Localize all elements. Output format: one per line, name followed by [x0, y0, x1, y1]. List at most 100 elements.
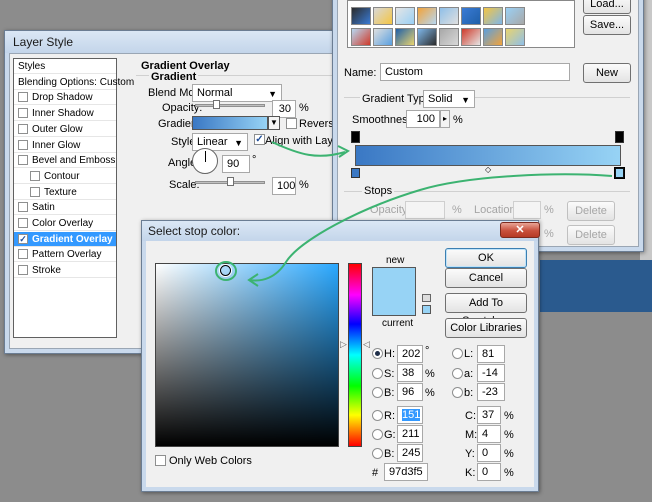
cancel-button[interactable]: Cancel	[445, 268, 527, 288]
blue-field[interactable]: 245	[397, 444, 423, 462]
hue-field[interactable]: 202	[397, 345, 423, 363]
style-checkbox[interactable]	[18, 108, 28, 119]
b-channel-radio[interactable]	[452, 387, 463, 398]
stop-opacity-field[interactable]	[405, 201, 445, 219]
preset-swatch[interactable]	[439, 28, 459, 46]
only-web-colors-checkbox[interactable]	[155, 455, 166, 466]
gradient-dropdown-button[interactable]: ▼	[268, 116, 280, 130]
preset-swatch[interactable]	[395, 28, 415, 46]
style-list-item[interactable]: Inner Glow	[14, 138, 116, 153]
preset-swatch[interactable]	[461, 28, 481, 46]
close-icon[interactable]: ✕	[500, 222, 540, 238]
preset-swatch[interactable]	[395, 7, 415, 25]
opacity-stop-left[interactable]	[351, 131, 360, 143]
color-stop-left[interactable]	[351, 168, 360, 178]
preset-swatch[interactable]	[373, 28, 393, 46]
brightness-field[interactable]: 96	[397, 383, 423, 401]
gradient-preview[interactable]	[192, 116, 268, 130]
style-list-item[interactable]: Pattern Overlay	[14, 247, 116, 263]
style-list-item[interactable]: Satin	[14, 200, 116, 216]
midpoint-diamond[interactable]: ◇	[485, 165, 491, 174]
preset-swatch[interactable]	[505, 28, 525, 46]
style-checkbox[interactable]	[30, 186, 40, 197]
style-list-item[interactable]: Contour	[14, 169, 116, 184]
saturation-radio[interactable]	[372, 368, 383, 379]
style-list-item[interactable]: Stroke	[14, 263, 116, 279]
opacity-slider-thumb[interactable]	[213, 100, 220, 109]
opacity-stop-right[interactable]	[615, 131, 624, 143]
style-checkbox[interactable]: ✓	[18, 233, 28, 244]
align-with-layer-checkbox[interactable]: ✓	[254, 134, 265, 145]
green-field[interactable]: 211	[397, 425, 423, 443]
a-channel-field[interactable]: -14	[477, 364, 505, 382]
cyan-field[interactable]: 37	[477, 406, 501, 424]
preset-swatch[interactable]	[483, 7, 503, 25]
opacity-slider[interactable]	[195, 104, 265, 107]
ok-button[interactable]: OK	[445, 248, 527, 268]
preset-swatch[interactable]	[505, 7, 525, 25]
web-safe-swatch[interactable]	[422, 305, 431, 314]
hue-radio[interactable]	[372, 348, 383, 359]
a-channel-radio[interactable]	[452, 368, 463, 379]
lightness-radio[interactable]	[452, 348, 463, 359]
style-list-item[interactable]: Drop Shadow	[14, 90, 116, 106]
preset-swatch[interactable]	[483, 28, 503, 46]
magenta-field[interactable]: 4	[477, 425, 501, 443]
style-list-item[interactable]: ✓ Gradient Overlay	[14, 231, 116, 247]
style-list-item[interactable]: Texture	[14, 185, 116, 200]
style-checkbox[interactable]	[18, 123, 28, 134]
gradient-bar[interactable]	[355, 145, 621, 166]
style-checkbox[interactable]	[18, 155, 28, 166]
hue-slider-right-arrow[interactable]: ◁	[363, 339, 370, 350]
color-field-picker-ring[interactable]	[220, 265, 231, 276]
blend-mode-select[interactable]: Normal ▼	[192, 84, 282, 102]
preset-swatch[interactable]	[351, 7, 371, 25]
blue-radio[interactable]	[372, 448, 383, 459]
name-field[interactable]: Custom	[380, 63, 570, 81]
brightness-radio[interactable]	[372, 387, 383, 398]
color-stop-right[interactable]	[614, 167, 625, 179]
stop-location-field[interactable]	[513, 201, 541, 219]
style-checkbox[interactable]	[18, 139, 28, 150]
reverse-checkbox[interactable]	[286, 118, 297, 129]
style-list-item[interactable]: Inner Shadow	[14, 106, 116, 122]
red-radio[interactable]	[372, 410, 383, 421]
style-checkbox[interactable]	[18, 92, 28, 103]
current-color-swatch[interactable]	[372, 291, 416, 316]
preset-swatch[interactable]	[417, 28, 437, 46]
save-button[interactable]: Save...	[583, 15, 631, 35]
hue-slider[interactable]	[348, 263, 362, 447]
green-radio[interactable]	[372, 429, 383, 440]
cube-icon[interactable]	[422, 294, 431, 302]
hue-slider-left-arrow[interactable]: ▷	[340, 339, 347, 350]
lightness-field[interactable]: 81	[477, 345, 505, 363]
preset-swatch[interactable]	[351, 28, 371, 46]
preset-swatch[interactable]	[417, 7, 437, 25]
smoothness-field[interactable]: 100	[406, 110, 440, 128]
style-list-item[interactable]: Outer Glow	[14, 122, 116, 137]
style-checkbox[interactable]	[18, 249, 28, 260]
yellow-field[interactable]: 0	[477, 444, 501, 462]
preset-swatch[interactable]	[439, 7, 459, 25]
saturation-field[interactable]: 38	[397, 364, 423, 382]
style-list-item[interactable]: Bevel and Emboss	[14, 153, 116, 169]
scale-slider-thumb[interactable]	[227, 177, 234, 186]
preset-swatch[interactable]	[461, 7, 481, 25]
b-channel-field[interactable]: -23	[477, 383, 505, 401]
scale-field[interactable]: 100	[272, 177, 296, 195]
angle-field[interactable]: 90	[222, 155, 250, 173]
style-checkbox[interactable]	[18, 218, 28, 228]
new-gradient-button[interactable]: New	[583, 63, 631, 83]
color-libraries-button[interactable]: Color Libraries	[445, 318, 527, 338]
preset-swatch[interactable]	[373, 7, 393, 25]
style-checkbox[interactable]	[18, 265, 28, 276]
black-field[interactable]: 0	[477, 463, 501, 481]
add-to-swatches-button[interactable]: Add To Swatches	[445, 293, 527, 327]
delete-opacity-stop-button[interactable]: Delete	[567, 201, 615, 221]
style-list-item[interactable]: Styles	[14, 59, 116, 74]
load-button[interactable]: Load...	[583, 0, 631, 14]
style-checkbox[interactable]	[18, 202, 28, 213]
style-list-item[interactable]: Color Overlay	[14, 216, 116, 231]
style-list-item[interactable]: Blending Options: Custom	[14, 75, 134, 90]
smoothness-dropdown-icon[interactable]: ▸	[440, 110, 450, 128]
